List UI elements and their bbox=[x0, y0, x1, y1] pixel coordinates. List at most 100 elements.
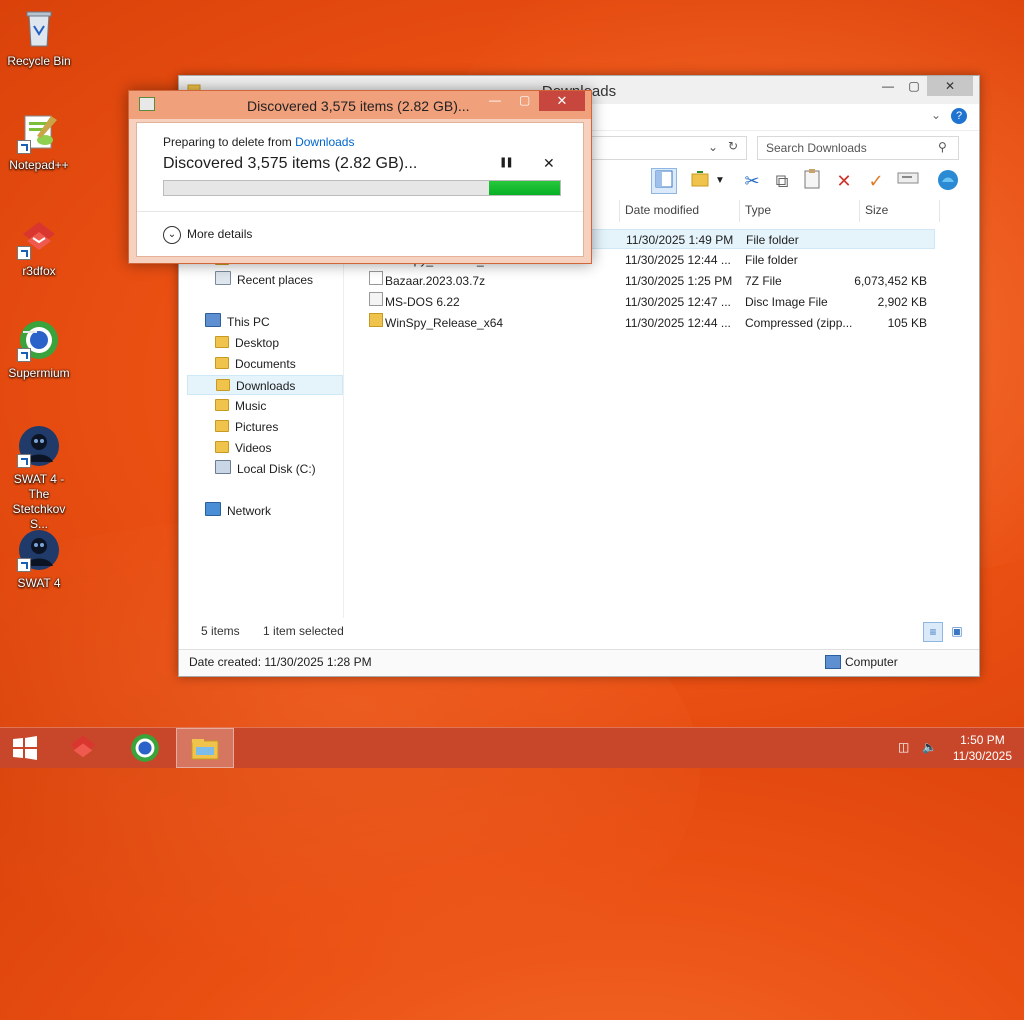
nav-item-local-disk[interactable]: Local Disk (C:) bbox=[215, 459, 371, 479]
nav-item-documents[interactable]: Documents bbox=[215, 354, 371, 374]
dialog-body: Preparing to delete from Downloads Disco… bbox=[136, 122, 584, 257]
column-header-type[interactable]: Type bbox=[745, 202, 771, 224]
shortcut-arrow-icon bbox=[17, 454, 31, 468]
column-separator[interactable] bbox=[739, 200, 740, 222]
more-details-label: More details bbox=[187, 227, 253, 241]
nav-label: Local Disk (C:) bbox=[237, 462, 316, 476]
expand-ribbon-icon[interactable]: ⌄ bbox=[931, 108, 941, 122]
start-button[interactable] bbox=[0, 728, 50, 768]
desktop-icon-recycle-bin[interactable]: Recycle Bin bbox=[4, 6, 74, 69]
search-box[interactable]: Search Downloads ⚲ bbox=[757, 136, 959, 160]
taskbar-clock[interactable]: 1:50 PM 11/30/2025 bbox=[953, 732, 1012, 764]
cut-icon[interactable]: ✂ bbox=[739, 168, 765, 194]
file-date: 11/30/2025 12:44 ... bbox=[625, 316, 731, 330]
file-type: Compressed (zipp... bbox=[745, 316, 853, 330]
location-label: Computer bbox=[845, 655, 898, 669]
taskbar-file-explorer[interactable] bbox=[176, 728, 234, 768]
file-row[interactable]: Bazaar.2023.03.7z 11/30/2025 1:25 PM 7Z … bbox=[365, 271, 935, 291]
search-icon[interactable]: ⚲ bbox=[938, 140, 947, 154]
network-tray-icon[interactable]: ◫ bbox=[898, 740, 912, 754]
selection-count: 1 item selected bbox=[263, 624, 344, 638]
dialog-minimize-button[interactable]: — bbox=[489, 93, 501, 107]
file-name: MS-DOS 6.22 bbox=[385, 295, 460, 309]
paste-icon[interactable] bbox=[799, 168, 825, 194]
new-folder-icon[interactable] bbox=[935, 168, 961, 194]
swat4-icon bbox=[17, 528, 61, 572]
nav-label: This PC bbox=[227, 315, 270, 329]
nav-item-recent-places[interactable]: Recent places bbox=[215, 270, 371, 290]
taskbar-supermium[interactable] bbox=[116, 728, 174, 768]
column-separator[interactable] bbox=[619, 200, 620, 222]
network-icon bbox=[205, 502, 221, 516]
column-header-size[interactable]: Size bbox=[865, 202, 888, 224]
delete-progress-dialog: Discovered 3,575 items (2.82 GB)... — ▢ … bbox=[128, 90, 592, 264]
nav-item-pictures[interactable]: Pictures bbox=[215, 417, 371, 437]
column-separator[interactable] bbox=[859, 200, 860, 222]
file-size: 2,902 KB bbox=[877, 295, 927, 309]
file-type: 7Z File bbox=[745, 274, 782, 288]
rename-icon[interactable]: ✓ bbox=[863, 168, 889, 194]
refresh-icon[interactable]: ↻ bbox=[728, 139, 738, 153]
properties-icon[interactable] bbox=[895, 168, 921, 194]
preview-pane-icon[interactable] bbox=[651, 168, 677, 194]
dialog-titlebar[interactable]: Discovered 3,575 items (2.82 GB)... — ▢ … bbox=[129, 91, 591, 119]
windows-logo-icon bbox=[13, 736, 37, 760]
help-icon[interactable]: ? bbox=[951, 108, 967, 124]
nav-item-music[interactable]: Music bbox=[215, 396, 371, 416]
copy-icon[interactable]: ⧉ bbox=[769, 168, 795, 194]
r3dfox-icon bbox=[70, 735, 96, 758]
desktop-icon-label: Supermium bbox=[8, 366, 70, 380]
recent-places-icon bbox=[215, 271, 231, 285]
desktop-icon-supermium[interactable]: Supermium bbox=[4, 318, 74, 381]
chevron-down-icon[interactable]: ▼ bbox=[713, 168, 727, 194]
pause-button[interactable]: ❚❚ bbox=[499, 157, 514, 168]
maximize-button[interactable]: ▢ bbox=[901, 76, 927, 96]
delete-icon[interactable]: ✕ bbox=[831, 168, 857, 194]
downloads-link[interactable]: Downloads bbox=[295, 135, 354, 149]
disc-image-icon bbox=[369, 292, 383, 306]
volume-muted-icon[interactable]: 🔈 bbox=[922, 740, 937, 754]
more-details-button[interactable]: ⌄ More details bbox=[163, 224, 252, 244]
minimize-button[interactable]: — bbox=[875, 76, 901, 96]
r3dfox-icon bbox=[17, 216, 61, 260]
nav-item-videos[interactable]: Videos bbox=[215, 438, 371, 458]
file-name: WinSpy_Release_x64 bbox=[385, 316, 504, 330]
file-row[interactable]: WinSpy_Release_x64 11/30/2025 12:44 ... … bbox=[365, 313, 935, 333]
swat4-icon bbox=[17, 424, 61, 468]
item-count: 5 items bbox=[201, 624, 240, 638]
column-separator[interactable] bbox=[939, 200, 940, 222]
date-created: Date created: 11/30/2025 1:28 PM bbox=[189, 655, 372, 669]
nav-item-network[interactable]: Network bbox=[205, 501, 361, 521]
folder-icon bbox=[216, 379, 230, 391]
cancel-button[interactable]: ✕ bbox=[543, 155, 555, 172]
search-input[interactable]: Search Downloads bbox=[766, 141, 867, 155]
file-row[interactable]: MS-DOS 6.22 11/30/2025 12:47 ... Disc Im… bbox=[365, 292, 935, 312]
supermium-icon bbox=[17, 318, 61, 362]
file-name: Bazaar.2023.03.7z bbox=[385, 274, 486, 288]
taskbar-r3dfox[interactable] bbox=[54, 728, 112, 768]
nav-label: Network bbox=[227, 504, 272, 518]
nav-label: Recent places bbox=[237, 273, 314, 287]
window-close-button[interactable]: ✕ bbox=[927, 76, 973, 96]
nav-item-this-pc[interactable]: This PC bbox=[205, 312, 361, 332]
chevron-down-icon[interactable]: ⌄ bbox=[708, 140, 718, 154]
clock-date: 11/30/2025 bbox=[952, 749, 1012, 763]
details-view-button[interactable]: ≡ bbox=[923, 622, 943, 642]
file-date: 11/30/2025 12:44 ... bbox=[625, 253, 731, 267]
column-header-date[interactable]: Date modified bbox=[625, 202, 699, 224]
desktop-icon-swat4-stetchkov[interactable]: SWAT 4 - The Stetchkov S... bbox=[4, 424, 74, 532]
large-icons-view-button[interactable]: ▣ bbox=[947, 622, 967, 642]
desktop-icon-swat4[interactable]: SWAT 4 bbox=[4, 528, 74, 591]
folder-icon bbox=[215, 441, 229, 453]
shortcut-arrow-icon bbox=[17, 140, 31, 154]
nav-item-downloads[interactable]: Downloads bbox=[187, 375, 343, 395]
dialog-close-button[interactable]: ✕ bbox=[539, 91, 585, 111]
folder-options-icon[interactable] bbox=[687, 168, 713, 194]
dialog-maximize-button[interactable]: ▢ bbox=[519, 93, 530, 107]
desktop-icon-notepadpp[interactable]: Notepad++ bbox=[4, 110, 74, 173]
file-date: 11/30/2025 1:49 PM bbox=[626, 233, 734, 247]
file-type: Disc Image File bbox=[745, 295, 828, 309]
nav-item-desktop[interactable]: Desktop bbox=[215, 333, 371, 353]
desktop-icon-r3dfox[interactable]: r3dfox bbox=[4, 216, 74, 279]
nav-label: Music bbox=[235, 399, 267, 413]
